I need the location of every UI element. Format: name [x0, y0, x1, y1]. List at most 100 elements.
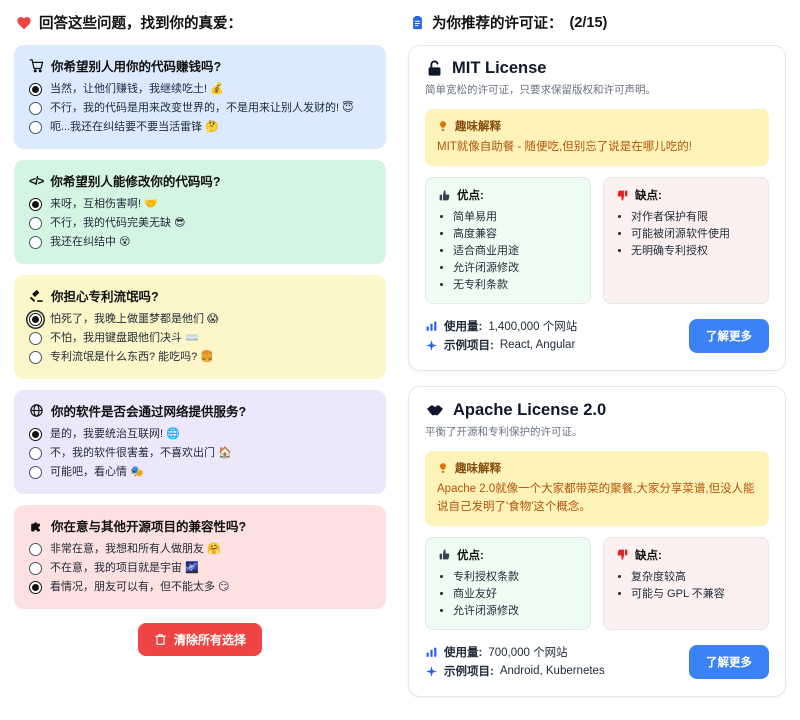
pros-item: 允许闭源修改	[453, 603, 578, 620]
bulb-icon	[437, 120, 449, 132]
cons-title: 缺点:	[635, 187, 662, 203]
questions-title-text: 回答这些问题，找到你的真爱：	[39, 12, 242, 33]
cons-item: 复杂度较高	[631, 569, 756, 586]
examples-value: Android, Kubernetes	[500, 665, 605, 677]
unlock-icon	[425, 59, 444, 78]
recommendations-title-text: 为你推荐的许可证：	[432, 12, 563, 33]
trash-icon	[154, 633, 167, 646]
cons-item: 对作者保护有限	[631, 209, 756, 226]
cons-list: 对作者保护有限 可能被闭源软件使用 无明确专利授权	[616, 209, 756, 260]
radio-option[interactable]: 不在意，我的项目就是宇宙 🌌	[29, 561, 371, 576]
question-card-compatibility: 你在意与其他开源项目的兼容性吗? 非常在意，我想和所有人做朋友 🤗 不在意，我的…	[14, 505, 386, 609]
question-title: 你希望别人用你的代码赚钱吗?	[51, 56, 221, 75]
pros-box: 优点: 专利授权条款 商业友好 允许闭源修改	[425, 537, 591, 630]
radio-option[interactable]: 当然，让他们赚钱，我继续吃土! 💰	[29, 82, 371, 97]
radio-button-selected[interactable]	[29, 581, 42, 594]
thumbs-up-icon	[438, 189, 451, 202]
radio-option[interactable]: 怕死了，我晚上做噩梦都是他们 😱	[29, 312, 371, 327]
radio-button[interactable]	[29, 121, 42, 134]
usage-value: 700,000 个网站	[488, 644, 567, 660]
question-title: 你在意与其他开源项目的兼容性吗?	[51, 516, 246, 535]
heart-icon	[16, 15, 32, 31]
cons-box: 缺点: 复杂度较高 可能与 GPL 不兼容	[603, 537, 769, 630]
question-card-patents: 你担心专利流氓吗? 怕死了，我晚上做噩梦都是他们 😱 不怕，我用键盘跟他们决斗 …	[14, 275, 386, 379]
cons-item: 可能被闭源软件使用	[631, 226, 756, 243]
sparkle-icon	[425, 665, 438, 678]
radio-option[interactable]: 来呀，互相伤害啊! 🤝	[29, 197, 371, 212]
learn-more-button[interactable]: 了解更多	[689, 645, 769, 679]
radio-button[interactable]	[29, 466, 42, 479]
bulb-icon	[437, 462, 449, 474]
pros-item: 允许闭源修改	[453, 260, 578, 277]
bar-chart-icon	[425, 646, 438, 659]
radio-option[interactable]: 我还在纠结中 😵	[29, 235, 371, 250]
license-description: 平衡了开源和专利保护的许可证。	[425, 424, 769, 439]
radio-button-selected[interactable]	[29, 428, 42, 441]
thumbs-down-icon	[616, 548, 629, 561]
license-card-apache: Apache License 2.0 平衡了开源和专利保护的许可证。 趣味解释 …	[408, 386, 786, 697]
radio-button-selected-focused[interactable]	[29, 313, 42, 326]
radio-option[interactable]: 不怕，我用键盘跟他们决斗 ⌨️	[29, 331, 371, 346]
cons-box: 缺点: 对作者保护有限 可能被闭源软件使用 无明确专利授权	[603, 177, 769, 304]
clipboard-icon	[410, 15, 425, 30]
fun-title: 趣味解释	[455, 118, 501, 134]
radio-button[interactable]	[29, 351, 42, 364]
question-title: 你担心专利流氓吗?	[51, 286, 159, 305]
pros-item: 适合商业用途	[453, 243, 578, 260]
cons-item: 无明确专利授权	[631, 243, 756, 260]
pros-item: 简单易用	[453, 209, 578, 226]
recommendation-count: (2/15)	[570, 15, 608, 31]
radio-option[interactable]: 不行，我的代码完美无缺 😎	[29, 216, 371, 231]
radio-option[interactable]: 不行，我的代码是用来改变世界的，不是用来让别人发财的! 😇	[29, 101, 371, 116]
radio-option[interactable]: 是的，我要统治互联网! 🌐	[29, 427, 371, 442]
fun-text: MIT就像自助餐 - 随便吃,但别忘了说是在哪儿吃的!	[437, 139, 757, 156]
examples-stat: 示例项目: React, Angular	[425, 337, 577, 353]
sparkle-icon	[425, 339, 438, 352]
gavel-icon	[29, 288, 44, 303]
radio-button[interactable]	[29, 217, 42, 230]
pros-title: 优点:	[457, 187, 484, 203]
radio-option[interactable]: 不，我的软件很害羞，不喜欢出门 🏠	[29, 446, 371, 461]
license-chooser-app: 回答这些问题，找到你的真爱： 你希望别人用你的代码赚钱吗? 当然，让他们赚钱，我…	[0, 0, 800, 720]
radio-button-selected[interactable]	[29, 83, 42, 96]
radio-button[interactable]	[29, 236, 42, 249]
radio-option[interactable]: 非常在意，我想和所有人做朋友 🤗	[29, 542, 371, 557]
radio-option[interactable]: 呃...我还在纠结要不要当活雷锋 🤔	[29, 120, 371, 135]
radio-button[interactable]	[29, 102, 42, 115]
radio-option[interactable]: 专利流氓是什么东西? 能吃吗? 🍔	[29, 350, 371, 365]
pros-item: 商业友好	[453, 586, 578, 603]
cart-icon	[29, 58, 44, 73]
puzzle-icon	[29, 518, 44, 533]
examples-label: 示例项目:	[444, 663, 494, 679]
pros-item: 无专利条款	[453, 277, 578, 294]
pros-item: 专利授权条款	[453, 569, 578, 586]
pros-list: 简单易用 高度兼容 适合商业用途 允许闭源修改 无专利条款	[438, 209, 578, 294]
examples-value: React, Angular	[500, 339, 575, 351]
recommendations-panel-title: 为你推荐的许可证： (2/15)	[410, 12, 786, 33]
radio-option[interactable]: 可能吧，看心情 🎭	[29, 465, 371, 480]
usage-label: 使用量:	[444, 644, 482, 660]
radio-button[interactable]	[29, 562, 42, 575]
learn-more-button[interactable]: 了解更多	[689, 319, 769, 353]
question-title: 你的软件是否会通过网络提供服务?	[51, 401, 246, 420]
usage-value: 1,400,000 个网站	[488, 318, 577, 334]
fun-title: 趣味解释	[455, 460, 501, 476]
license-description: 简单宽松的许可证，只要求保留版权和许可声明。	[425, 82, 769, 97]
pros-list: 专利授权条款 商业友好 允许闭源修改	[438, 569, 578, 620]
clear-all-button[interactable]: 清除所有选择	[138, 623, 262, 656]
license-card-mit: MIT License 简单宽松的许可证，只要求保留版权和许可声明。 趣味解释 …	[408, 45, 786, 371]
questions-panel: 回答这些问题，找到你的真爱： 你希望别人用你的代码赚钱吗? 当然，让他们赚钱，我…	[14, 8, 386, 712]
radio-button[interactable]	[29, 543, 42, 556]
cons-list: 复杂度较高 可能与 GPL 不兼容	[616, 569, 756, 603]
radio-button[interactable]	[29, 447, 42, 460]
handshake-icon	[425, 400, 445, 420]
radio-option[interactable]: 看情况，朋友可以有，但不能太多 😏	[29, 580, 371, 595]
question-title: 你希望别人能修改你的代码吗?	[50, 171, 220, 190]
question-card-modify: </> 你希望别人能修改你的代码吗? 来呀，互相伤害啊! 🤝 不行，我的代码完美…	[14, 160, 386, 264]
radio-button-selected[interactable]	[29, 198, 42, 211]
recommendations-panel: 为你推荐的许可证： (2/15) MIT License 简单宽松的许可证，只要…	[408, 8, 786, 712]
usage-label: 使用量:	[444, 318, 482, 334]
radio-button[interactable]	[29, 332, 42, 345]
examples-label: 示例项目:	[444, 337, 494, 353]
question-card-monetize: 你希望别人用你的代码赚钱吗? 当然，让他们赚钱，我继续吃土! 💰 不行，我的代码…	[14, 45, 386, 149]
